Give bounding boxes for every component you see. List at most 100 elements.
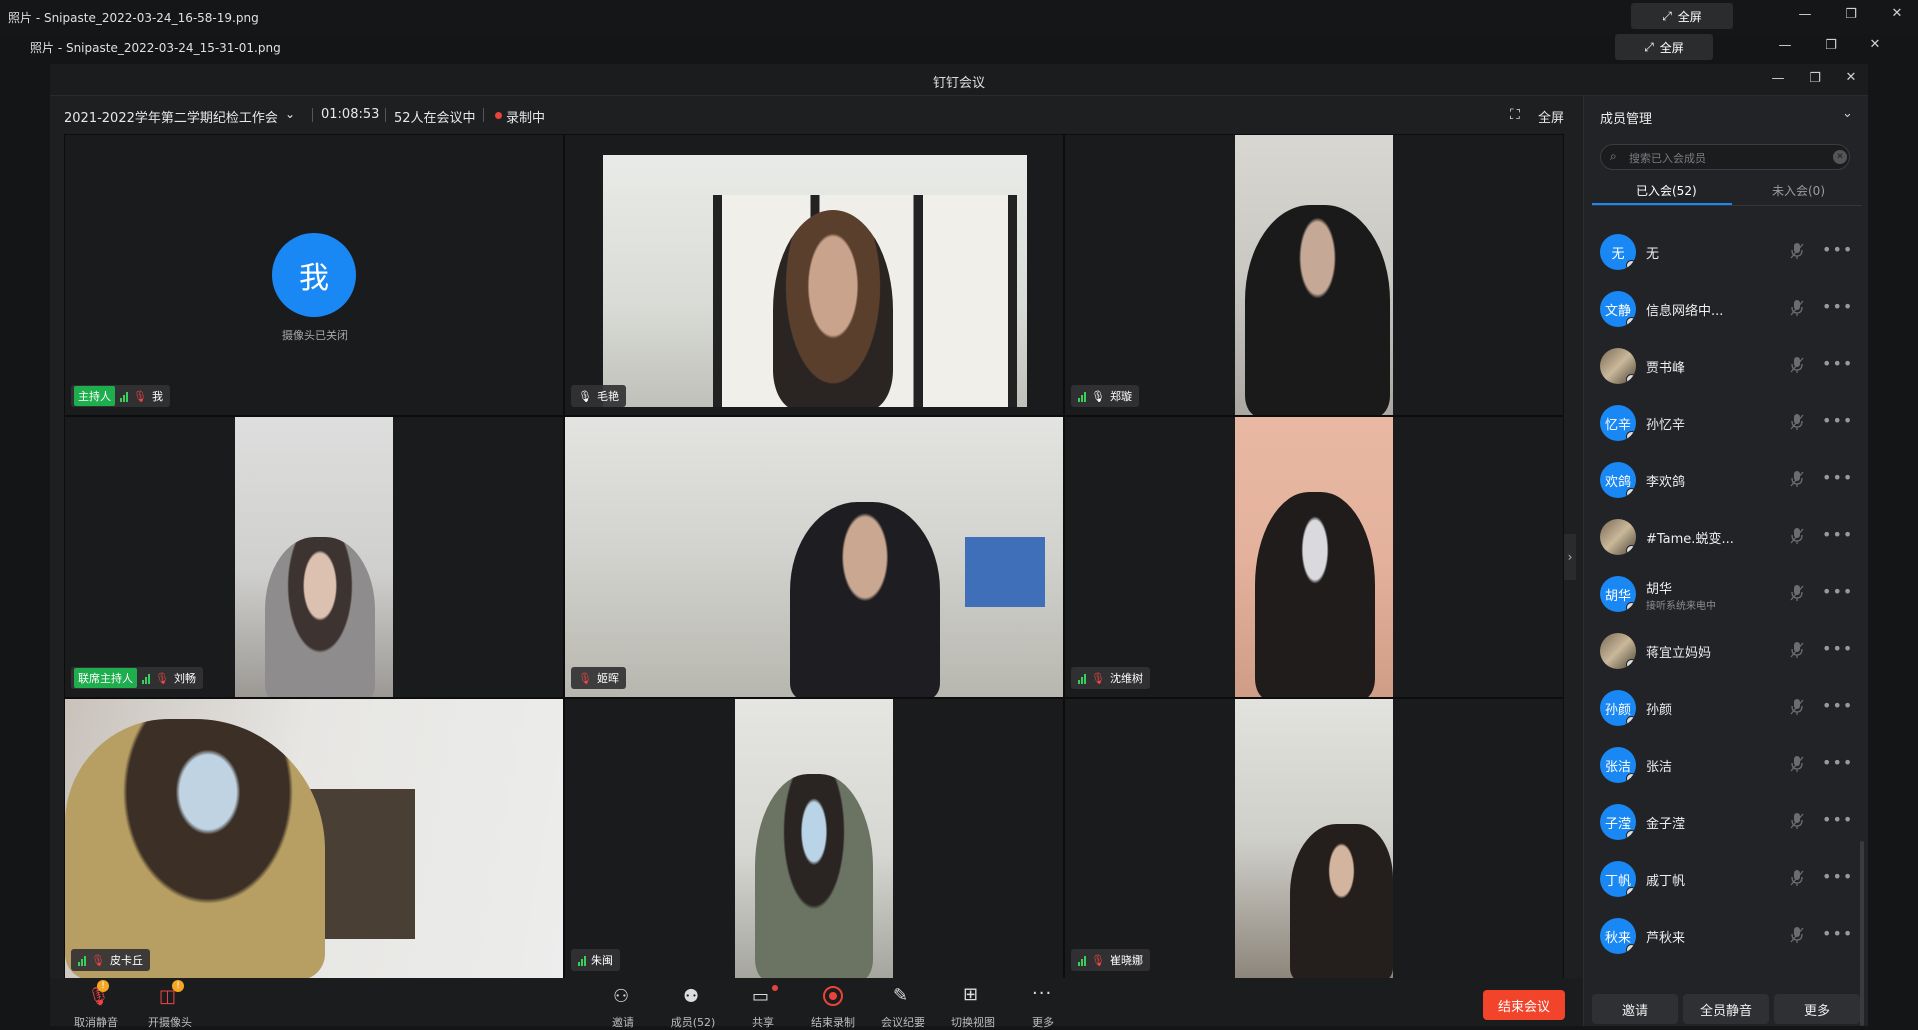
cohost-badge: 联席主持人 xyxy=(74,668,137,688)
more-options-icon[interactable]: ••• xyxy=(1822,869,1853,885)
meeting-name[interactable]: 2021-2022学年第二学期纪检工作会 xyxy=(64,107,278,126)
member-list-item[interactable]: 子滢 金子滢 ••• xyxy=(1600,794,1860,851)
inner-title-bar: 照片 - Snipaste_2022-03-24_15-31-01.png ⤢ … xyxy=(0,34,1918,64)
member-list-item[interactable]: 丁帆 戚丁帆 ••• xyxy=(1600,851,1860,908)
screen-share-icon: ▭ xyxy=(752,986,770,1007)
mic-muted-icon[interactable] xyxy=(1790,242,1804,260)
member-list-item[interactable]: 贾书峰 ••• xyxy=(1600,338,1860,395)
member-search-input[interactable]: ⌕ 搜索已入会成员 ✕ xyxy=(1600,144,1850,170)
member-status: 接听系统来电中 xyxy=(1646,601,1716,612)
more-options-icon[interactable]: ••• xyxy=(1822,242,1853,258)
video-tile[interactable]: 朱闽 xyxy=(564,698,1064,979)
meeting-notes-button[interactable]: ✎ 会议纪要 xyxy=(868,980,938,1029)
restore-icon[interactable]: ❐ xyxy=(1805,71,1825,86)
tab-joined[interactable]: 已入会(52) xyxy=(1636,182,1697,199)
clear-icon[interactable]: ✕ xyxy=(1833,150,1847,164)
more-options-icon[interactable]: ••• xyxy=(1822,527,1853,543)
member-list-item[interactable]: 无 无 ••• xyxy=(1600,224,1860,281)
video-tile[interactable]: 联席主持人 🎙 刘畅 xyxy=(64,416,564,698)
close-icon[interactable]: ✕ xyxy=(1887,6,1907,21)
search-placeholder: 搜索已入会成员 xyxy=(1629,152,1706,165)
member-list-item[interactable]: 秋来 芦秋来 ••• xyxy=(1600,908,1860,965)
unmute-button[interactable]: 🎙 ! 取消静音 xyxy=(61,980,131,1029)
video-tile-me[interactable]: 我 摄像头已关闭 主持人 🎙 我 xyxy=(64,134,564,416)
more-options-icon[interactable]: ••• xyxy=(1822,926,1853,942)
video-tile[interactable]: 🎙 沈维树 xyxy=(1064,416,1564,698)
fullscreen-icon[interactable]: ⛶ xyxy=(1510,107,1520,123)
mic-muted-icon[interactable] xyxy=(1790,812,1804,830)
member-list-item[interactable]: 欢鸽 李欢鸽 ••• xyxy=(1600,452,1860,509)
mute-all-button[interactable]: 全员静音 xyxy=(1683,994,1769,1024)
recording-status: 录制中 xyxy=(506,111,546,126)
restore-icon[interactable]: ❐ xyxy=(1821,38,1841,53)
outer-fullscreen-button[interactable]: ⤢ 全屏 xyxy=(1631,3,1733,29)
mic-muted-icon[interactable] xyxy=(1790,470,1804,488)
divider xyxy=(312,108,313,122)
member-list-item[interactable]: 蒋宜立妈妈 ••• xyxy=(1600,623,1860,680)
mic-muted-icon[interactable] xyxy=(1790,926,1804,944)
more-options-icon[interactable]: ••• xyxy=(1822,356,1853,372)
chevron-down-icon[interactable]: ⌄ xyxy=(285,107,295,121)
members-button[interactable]: ⚉ 成员(52) xyxy=(658,980,728,1029)
expand-icon: ⤢ xyxy=(1644,39,1654,54)
more-options-icon[interactable]: ••• xyxy=(1822,641,1853,657)
more-options-icon[interactable]: ••• xyxy=(1822,812,1853,828)
chevron-right-icon[interactable]: › xyxy=(1564,534,1576,580)
name-tag: 主持人 🎙 我 xyxy=(71,385,170,407)
more-options-icon[interactable]: ••• xyxy=(1822,698,1853,714)
member-list-item[interactable]: #Tame.蜕变... ••• xyxy=(1600,509,1860,566)
more-options-icon[interactable]: ••• xyxy=(1822,755,1853,771)
mic-muted-icon[interactable] xyxy=(1790,527,1804,545)
minimize-icon[interactable]: — xyxy=(1768,71,1788,86)
video-tile[interactable]: 🎙 姬晖 xyxy=(564,416,1064,698)
mic-muted-icon[interactable] xyxy=(1790,641,1804,659)
mic-muted-icon[interactable] xyxy=(1790,584,1804,602)
person xyxy=(1290,824,1393,978)
member-list-item[interactable]: 忆辛 孙忆辛 ••• xyxy=(1600,395,1860,452)
video-frame xyxy=(65,699,563,978)
more-button[interactable]: 更多 xyxy=(1774,994,1860,1024)
minimize-icon[interactable]: — xyxy=(1795,7,1815,22)
participant-name: 朱闽 xyxy=(591,954,613,967)
video-tile[interactable]: 🎙 皮卡丘 xyxy=(64,698,564,979)
mic-muted-icon[interactable] xyxy=(1790,299,1804,317)
more-toolbar-button[interactable]: ··· 更多 xyxy=(1008,980,1078,1029)
invite-button[interactable]: 邀请 xyxy=(1592,994,1678,1024)
member-list-item[interactable]: 张洁 张洁 ••• xyxy=(1600,737,1860,794)
close-icon[interactable]: ✕ xyxy=(1841,70,1861,85)
video-tile[interactable]: 🎙 郑璇 xyxy=(1064,134,1564,416)
camera-button[interactable]: ◫ ! 开摄像头 xyxy=(135,980,205,1029)
inner-fullscreen-button[interactable]: ⤢ 全屏 xyxy=(1615,34,1713,60)
more-options-icon[interactable]: ••• xyxy=(1822,413,1853,429)
signal-icon xyxy=(142,673,150,684)
close-icon[interactable]: ✕ xyxy=(1865,37,1885,52)
minimize-icon[interactable]: — xyxy=(1775,38,1795,53)
mic-muted-icon[interactable] xyxy=(1790,698,1804,716)
search-icon: ⌕ xyxy=(1610,149,1617,163)
switch-view-button[interactable]: ⊞ 切换视图 xyxy=(938,980,1008,1029)
host-badge: 主持人 xyxy=(74,386,115,406)
share-button[interactable]: ▭ 共享 xyxy=(728,980,798,1029)
mic-muted-icon[interactable] xyxy=(1790,413,1804,431)
stop-recording-button[interactable]: 结束录制 xyxy=(798,980,868,1029)
mic-muted-icon[interactable] xyxy=(1790,869,1804,887)
end-meeting-button[interactable]: 结束会议 xyxy=(1483,990,1565,1020)
chevron-down-icon[interactable]: ⌄ xyxy=(1842,106,1853,121)
member-list-item[interactable]: 胡华 胡华 接听系统来电中 ••• xyxy=(1600,566,1860,623)
member-list-item[interactable]: 文静 信息网络中... ••• xyxy=(1600,281,1860,338)
fullscreen-label[interactable]: 全屏 xyxy=(1538,107,1564,126)
restore-icon[interactable]: ❐ xyxy=(1841,7,1861,22)
tab-not-joined[interactable]: 未入会(0) xyxy=(1772,182,1825,199)
avatar: 文静 xyxy=(1600,291,1636,327)
more-options-icon[interactable]: ••• xyxy=(1822,584,1853,600)
mic-muted-icon[interactable] xyxy=(1790,755,1804,773)
video-tile[interactable]: 🎙 毛艳 xyxy=(564,134,1064,416)
video-tile[interactable]: 🎙 崔晓娜 xyxy=(1064,698,1564,979)
more-options-icon[interactable]: ••• xyxy=(1822,470,1853,486)
mic-muted-icon[interactable] xyxy=(1790,356,1804,374)
invite-toolbar-button[interactable]: ⚇ 邀请 xyxy=(588,980,658,1029)
more-options-icon[interactable]: ••• xyxy=(1822,299,1853,315)
member-list-item[interactable]: 孙颜 孙颜 ••• xyxy=(1600,680,1860,737)
participant-name: 崔晓娜 xyxy=(1109,954,1143,967)
member-name: #Tame.蜕变... xyxy=(1646,532,1734,547)
